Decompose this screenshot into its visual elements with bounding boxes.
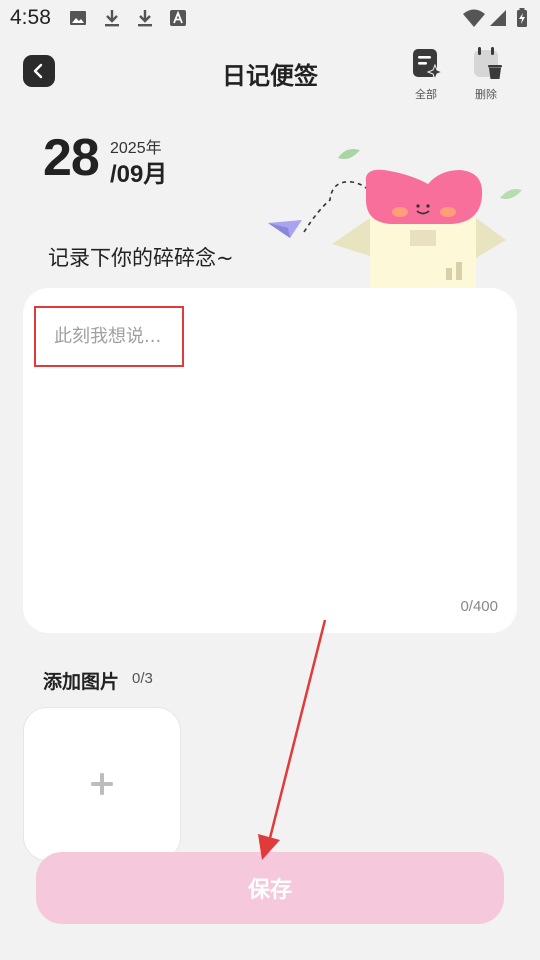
delete-label: 删除 (475, 88, 497, 101)
image-icon (70, 11, 86, 25)
date-month: /09月 (110, 161, 168, 188)
leaf-icon (338, 149, 360, 159)
delete-button[interactable]: 删除 (464, 46, 508, 102)
all-notes-label: 全部 (415, 88, 437, 101)
diary-note-page: 4:58 日记便签 全部 删除 28 2025年 /09月 记录下你的碎碎念~ … (0, 0, 540, 960)
image-count: 0/3 (132, 670, 153, 687)
signal-icon (490, 10, 506, 26)
download-icon (138, 10, 152, 27)
leaf-icon (500, 189, 522, 199)
plus-icon (91, 773, 113, 795)
save-button[interactable]: 保存 (36, 852, 504, 924)
wifi-icon (463, 9, 485, 27)
add-image-button[interactable] (23, 707, 181, 861)
heart-mascot-illustration (268, 149, 522, 290)
date-day: 28 (43, 129, 100, 187)
diary-text-input[interactable] (34, 306, 184, 367)
status-time: 4:58 (10, 6, 51, 29)
all-notes-button[interactable]: 全部 (404, 46, 448, 102)
font-icon (170, 10, 186, 26)
char-count: 0/400 (460, 598, 498, 615)
add-image-title: 添加图片 (43, 671, 120, 693)
trash-icon (474, 47, 502, 79)
status-bar: 4:58 (0, 0, 540, 36)
page-title: 日记便签 (222, 62, 318, 90)
prompt-text: 记录下你的碎碎念~ (48, 246, 234, 270)
battery-charging-icon (517, 8, 527, 27)
notes-list-icon (413, 49, 444, 81)
download-icon (105, 10, 119, 27)
